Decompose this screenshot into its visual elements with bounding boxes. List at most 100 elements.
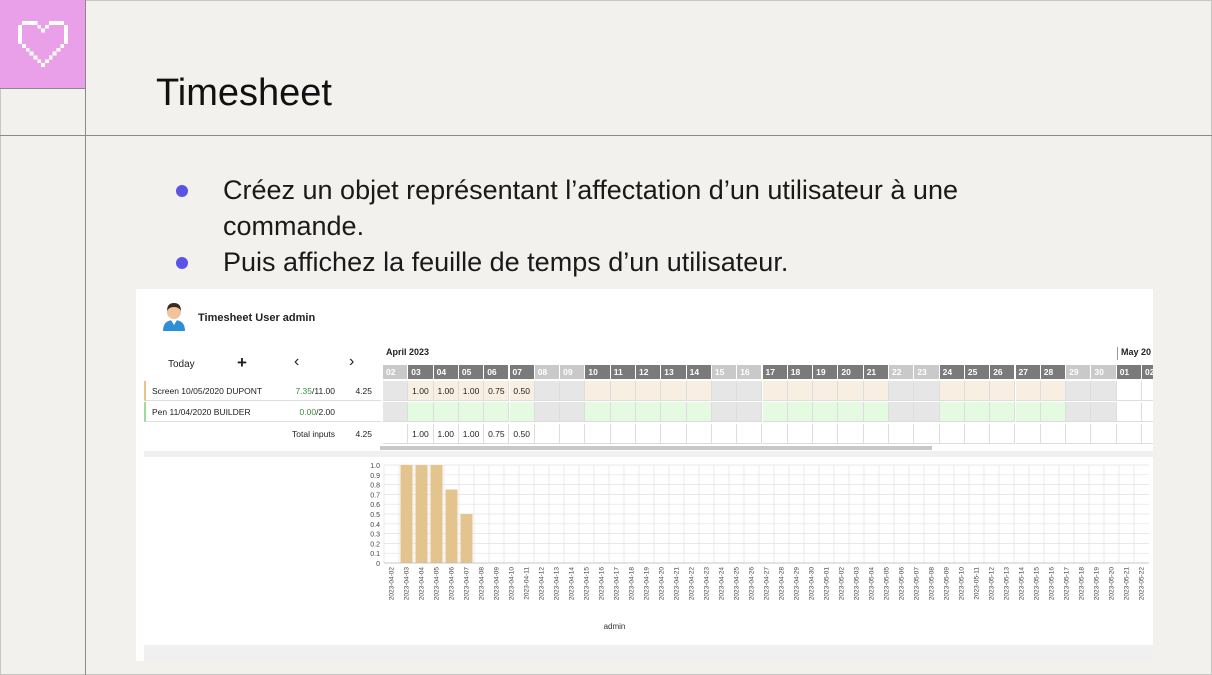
bar	[460, 514, 473, 563]
x-tick-label: 2023-04-26	[749, 567, 756, 601]
time-cell[interactable]	[610, 381, 636, 401]
time-cell[interactable]	[1142, 402, 1153, 422]
time-cell[interactable]	[737, 381, 763, 401]
time-cell[interactable]	[990, 402, 1016, 422]
time-cell[interactable]	[889, 402, 915, 422]
time-cell[interactable]	[661, 381, 687, 401]
total-cell	[737, 424, 763, 444]
assignment-hours: 7.35/11.00	[295, 385, 335, 396]
total-cell	[610, 424, 636, 444]
time-cell[interactable]	[711, 402, 738, 422]
time-cell[interactable]	[534, 381, 561, 401]
time-cell[interactable]	[458, 402, 485, 422]
time-cell[interactable]	[560, 381, 586, 401]
x-tick-label: 2023-05-13	[1004, 567, 1011, 601]
y-tick-label: 1.0	[370, 463, 380, 470]
time-cell[interactable]	[914, 381, 940, 401]
y-tick-label: 0.9	[370, 473, 380, 480]
time-cell[interactable]	[1040, 381, 1067, 401]
time-cell[interactable]	[1091, 402, 1117, 422]
x-tick-label: 2023-04-06	[449, 567, 456, 601]
x-tick-label: 2023-04-25	[734, 567, 741, 601]
total-cell	[1040, 424, 1067, 444]
time-cell[interactable]	[787, 381, 814, 401]
time-cell[interactable]	[863, 381, 889, 401]
time-cell[interactable]: 0.50	[509, 381, 535, 401]
month-label: May 20	[1117, 347, 1151, 360]
time-cell[interactable]	[484, 402, 510, 422]
y-tick-label: 0.2	[370, 541, 380, 548]
assignment-row[interactable]: Screen 10/05/2020 DUPONT 7.35/11.00 4.25	[144, 381, 381, 401]
bullet-dot	[176, 185, 188, 197]
time-cell[interactable]: 1.00	[433, 381, 459, 401]
x-tick-label: 2023-04-18	[629, 567, 636, 601]
time-cell[interactable]	[914, 402, 940, 422]
x-tick-label: 2023-04-21	[674, 567, 681, 601]
time-cell[interactable]	[787, 402, 814, 422]
time-cell[interactable]	[990, 381, 1016, 401]
time-cell[interactable]	[889, 381, 915, 401]
horizontal-scrollbar[interactable]	[380, 446, 932, 450]
time-cell[interactable]	[509, 402, 535, 422]
time-cell[interactable]	[813, 381, 839, 401]
time-cell[interactable]: 0.75	[484, 381, 510, 401]
time-cell[interactable]	[1116, 381, 1142, 401]
time-cell[interactable]	[686, 381, 712, 401]
time-cell[interactable]	[661, 402, 687, 422]
x-tick-label: 2023-04-30	[809, 567, 816, 601]
today-button[interactable]: Today	[168, 359, 195, 370]
time-cell[interactable]	[1116, 402, 1142, 422]
time-cell[interactable]	[433, 402, 459, 422]
x-tick-label: 2023-05-11	[974, 567, 981, 600]
time-cell[interactable]	[762, 402, 788, 422]
time-cell[interactable]	[1015, 402, 1041, 422]
time-cell[interactable]	[737, 402, 763, 422]
time-cell[interactable]	[1015, 381, 1041, 401]
time-cell[interactable]	[863, 402, 889, 422]
time-cell[interactable]	[1066, 381, 1092, 401]
time-cell[interactable]	[1040, 402, 1067, 422]
time-cell[interactable]	[1091, 381, 1117, 401]
total-cell	[914, 424, 940, 444]
assignment-row[interactable]: Pen 11/04/2020 BUILDER 0.00/2.00	[144, 402, 381, 422]
time-cell[interactable]	[939, 402, 965, 422]
time-cell[interactable]	[585, 402, 611, 422]
total-cell	[838, 424, 864, 444]
time-cell[interactable]	[636, 402, 662, 422]
time-cell[interactable]	[636, 381, 662, 401]
time-cell[interactable]	[838, 381, 864, 401]
horizontal-divider	[0, 135, 1212, 136]
user-avatar-icon	[163, 303, 185, 331]
x-tick-label: 2023-05-10	[959, 567, 966, 601]
time-cell[interactable]	[560, 402, 586, 422]
timesheet-title: Timesheet User admin	[198, 312, 316, 324]
add-button[interactable]: +	[237, 353, 247, 373]
x-tick-label: 2023-05-17	[1064, 567, 1071, 601]
time-cell[interactable]: 1.00	[458, 381, 485, 401]
prev-period-button[interactable]: ‹	[294, 353, 299, 371]
time-cell[interactable]	[964, 381, 991, 401]
day-header: 04	[433, 365, 459, 379]
time-cell[interactable]	[1066, 402, 1092, 422]
next-period-button[interactable]: ›	[349, 353, 354, 371]
x-tick-label: 2023-04-10	[509, 567, 516, 601]
time-cell[interactable]	[408, 402, 434, 422]
time-cell[interactable]	[585, 381, 611, 401]
time-cell[interactable]	[838, 402, 864, 422]
time-cell[interactable]	[964, 402, 991, 422]
time-cell[interactable]	[534, 402, 561, 422]
time-cell[interactable]	[762, 381, 788, 401]
total-cell	[964, 424, 991, 444]
time-cell[interactable]	[686, 402, 712, 422]
y-tick-label: 0.1	[370, 551, 380, 558]
time-cell[interactable]	[383, 381, 409, 401]
time-cell[interactable]: 1.00	[408, 381, 434, 401]
x-tick-label: 2023-05-08	[929, 567, 936, 601]
time-cell[interactable]	[711, 381, 738, 401]
x-tick-label: 2023-05-01	[824, 567, 831, 601]
time-cell[interactable]	[813, 402, 839, 422]
time-cell[interactable]	[1142, 381, 1153, 401]
time-cell[interactable]	[383, 402, 409, 422]
time-cell[interactable]	[610, 402, 636, 422]
time-cell[interactable]	[939, 381, 965, 401]
